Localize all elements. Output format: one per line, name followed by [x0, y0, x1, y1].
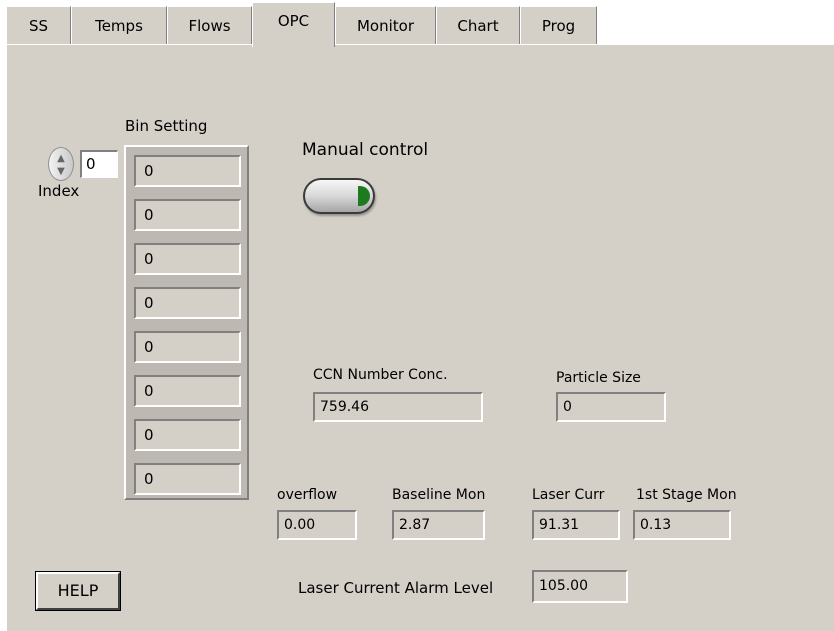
- first-stage-mon-label: 1st Stage Mon: [636, 487, 737, 503]
- bin-value[interactable]: 0: [134, 287, 241, 319]
- laser-curr-label: Laser Curr: [532, 487, 605, 503]
- bin-value[interactable]: 0: [134, 331, 241, 363]
- overflow-indicator: 0.00: [277, 510, 357, 540]
- tab-chart[interactable]: Chart: [436, 6, 520, 44]
- bin-value[interactable]: 0: [134, 419, 241, 451]
- bin-value[interactable]: 0: [134, 155, 241, 187]
- laser-alarm-input[interactable]: 105.00: [532, 570, 628, 603]
- baseline-mon-indicator: 2.87: [392, 510, 485, 540]
- help-button[interactable]: HELP: [35, 571, 121, 611]
- index-label: Index: [38, 182, 80, 200]
- manual-control-label: Manual control: [302, 140, 429, 160]
- particle-size-indicator: 0: [556, 392, 666, 422]
- tab-bar: SS Temps Flows OPC Monitor Chart Prog: [0, 0, 834, 47]
- bin-setting-array: 0 0 0 0 0 0 0 0: [124, 145, 249, 500]
- first-stage-mon-indicator: 0.13: [633, 510, 731, 540]
- tab-flows[interactable]: Flows: [167, 6, 252, 44]
- index-input[interactable]: 0: [80, 150, 118, 178]
- particle-size-label: Particle Size: [556, 370, 641, 386]
- tab-ss[interactable]: SS: [6, 6, 71, 44]
- index-spinner[interactable]: ▲ ▼: [48, 147, 74, 181]
- tab-monitor[interactable]: Monitor: [335, 6, 436, 44]
- increment-icon[interactable]: ▲: [49, 154, 73, 164]
- ccn-number-conc-indicator: 759.46: [313, 392, 483, 422]
- manual-control-toggle[interactable]: [303, 178, 375, 214]
- baseline-mon-label: Baseline Mon: [392, 487, 486, 503]
- decrement-icon[interactable]: ▼: [49, 167, 73, 177]
- overflow-label: overflow: [277, 487, 338, 503]
- tab-opc[interactable]: OPC: [252, 2, 335, 47]
- bin-value[interactable]: 0: [134, 463, 241, 495]
- bin-value[interactable]: 0: [134, 199, 241, 231]
- bin-value[interactable]: 0: [134, 375, 241, 407]
- bin-setting-label: Bin Setting: [125, 117, 208, 135]
- tab-temps[interactable]: Temps: [71, 6, 167, 44]
- laser-alarm-label: Laser Current Alarm Level: [298, 579, 494, 597]
- ccn-number-conc-label: CCN Number Conc.: [313, 367, 448, 383]
- led-indicator-icon: [358, 186, 370, 206]
- tab-prog[interactable]: Prog: [520, 6, 597, 44]
- laser-curr-indicator: 91.31: [532, 510, 620, 540]
- bin-value[interactable]: 0: [134, 243, 241, 275]
